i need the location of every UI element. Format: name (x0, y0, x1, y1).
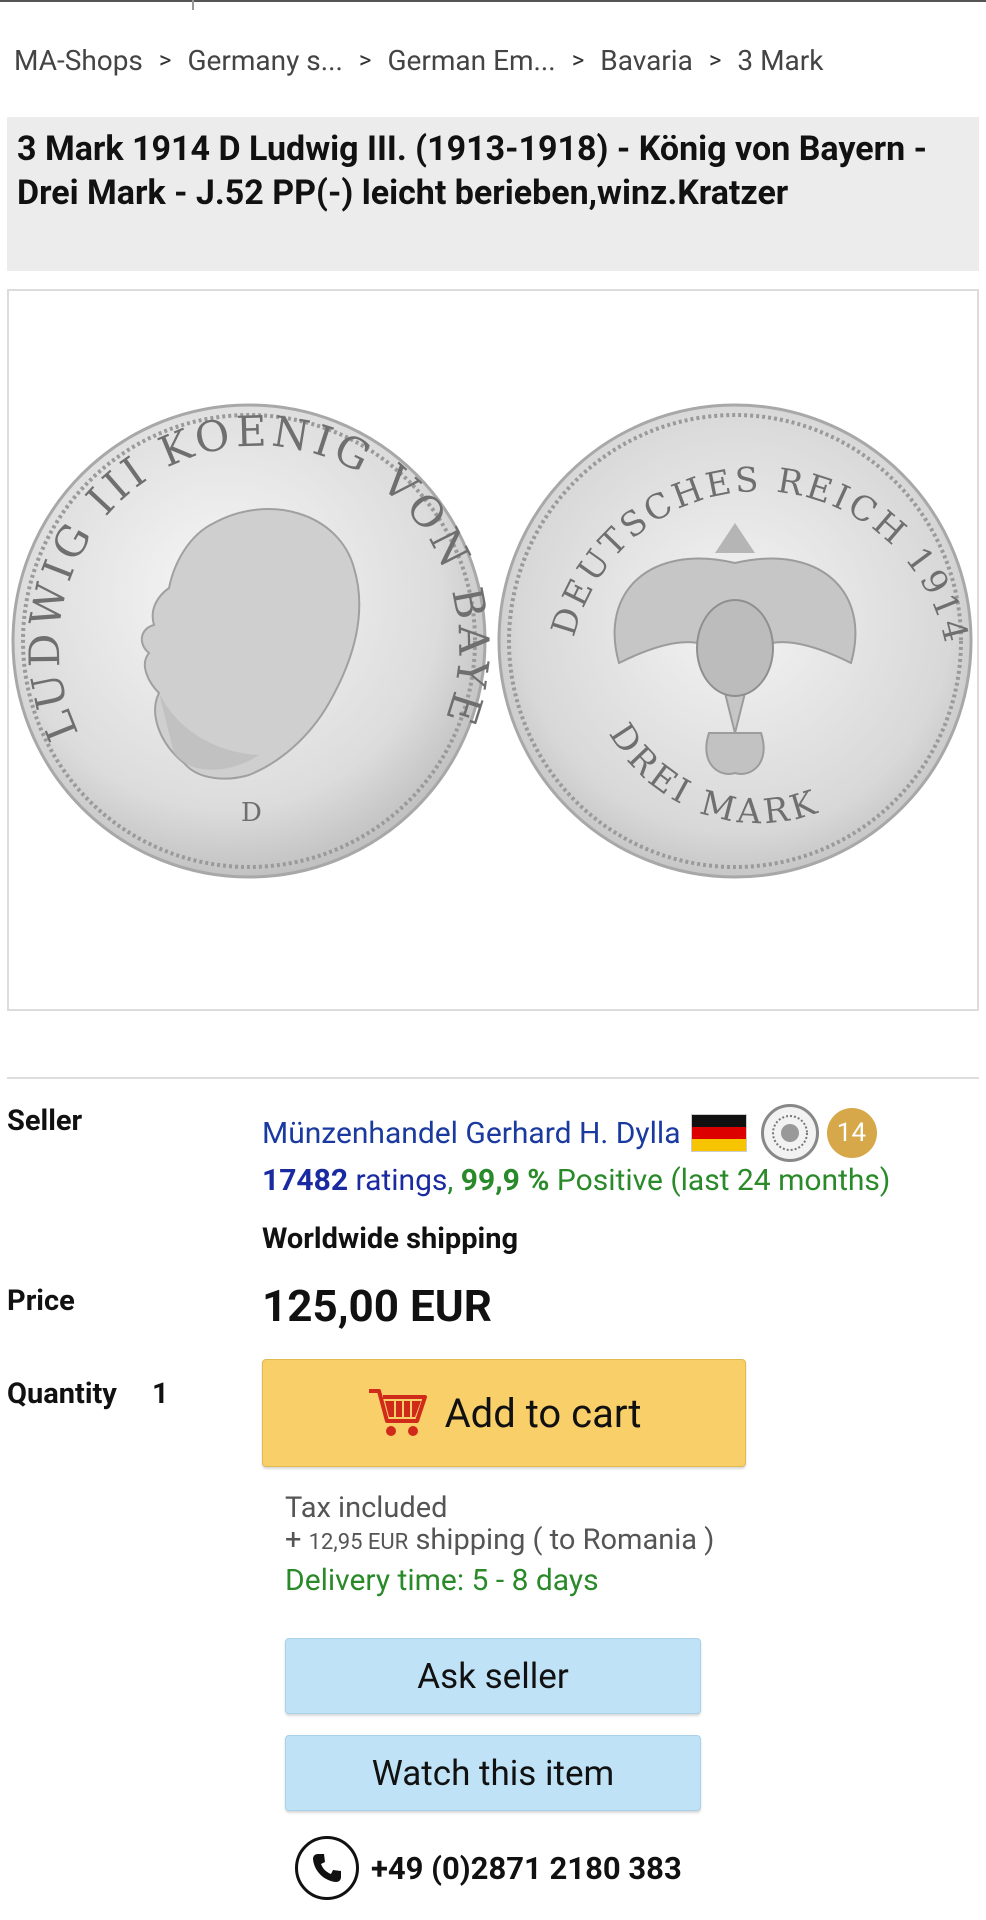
price-value: 125,00 EUR (262, 1280, 492, 1332)
page-title: 3 Mark 1914 D Ludwig III. (1913-1918) - … (17, 129, 927, 213)
coin-reverse: DEUTSCHES REICH 1914 DREI MARK (497, 403, 973, 879)
breadcrumb: MA-Shops > Germany s... > German Em... >… (14, 40, 823, 80)
seller-row: Münzenhandel Gerhard H. Dylla 14 (262, 1104, 877, 1162)
shipping-scope: Worldwide shipping (262, 1222, 519, 1256)
shipping-cost: + 12,95 EUR shipping ( to Romania ) (285, 1523, 714, 1557)
positive-percent: 99,9 % (460, 1163, 550, 1198)
top-border (0, 0, 986, 2)
breadcrumb-separator: > (708, 46, 722, 74)
coin-photo: LUDWIG III KOENIG VON BAYERN D DEUTSCHES… (0, 364, 977, 881)
seller-name-link[interactable]: Münzenhandel Gerhard H. Dylla (262, 1116, 681, 1151)
ratings-comma: , (447, 1163, 454, 1198)
breadcrumb-item-home[interactable]: MA-Shops (14, 44, 143, 77)
shipping-destination: shipping ( to Romania ) (415, 1523, 715, 1557)
quantity-value[interactable]: 1 (152, 1377, 169, 1411)
coin-mint-mark: D (241, 798, 262, 828)
phone-number[interactable]: +49 (0)2871 2180 383 (371, 1850, 682, 1887)
seller-badge[interactable]: 14 (826, 1108, 877, 1158)
quantity-label: Quantity (7, 1377, 117, 1411)
breadcrumb-item-state[interactable]: Bavaria (600, 44, 693, 77)
germany-flag-icon (690, 1114, 747, 1152)
add-to-cart-button[interactable]: Add to cart (262, 1359, 746, 1467)
ask-seller-button[interactable]: Ask seller (285, 1638, 701, 1714)
delivery-time: Delivery time: 5 - 8 days (285, 1563, 599, 1598)
price-label: Price (7, 1284, 75, 1318)
seal-icon[interactable] (760, 1104, 819, 1162)
title-box: 3 Mark 1914 D Ludwig III. (1913-1918) - … (7, 117, 979, 271)
breadcrumb-separator: > (358, 46, 372, 74)
ratings-count: 17482 (262, 1163, 349, 1198)
breadcrumb-item-country[interactable]: Germany s... (187, 44, 342, 77)
coin-obverse: LUDWIG III KOENIG VON BAYERN D (0, 364, 494, 879)
breadcrumb-separator: > (571, 46, 585, 74)
seller-ratings[interactable]: 17482 ratings, 99,9 % Positive (last 24 … (262, 1163, 890, 1198)
watch-item-button[interactable]: Watch this item (285, 1735, 701, 1811)
positive-text: Positive (last 24 months) (556, 1163, 891, 1198)
phone-icon (295, 1836, 359, 1900)
breadcrumb-item-era[interactable]: German Em... (387, 44, 555, 77)
breadcrumb-item-denomination[interactable]: 3 Mark (737, 44, 823, 77)
shipping-plus: + (285, 1523, 302, 1557)
tax-info: Tax included (285, 1491, 448, 1525)
shipping-amount: 12,95 EUR (308, 1530, 409, 1555)
cart-icon (368, 1389, 427, 1436)
ratings-word: ratings (355, 1163, 448, 1198)
phone-contact[interactable]: +49 (0)2871 2180 383 (295, 1836, 682, 1900)
add-to-cart-label: Add to cart (444, 1389, 642, 1437)
breadcrumb-separator: > (158, 46, 172, 74)
seller-label: Seller (7, 1104, 83, 1138)
section-divider (7, 1077, 979, 1079)
product-image[interactable]: LUDWIG III KOENIG VON BAYERN D DEUTSCHES… (0, 289, 979, 1011)
top-divider-tick (192, 0, 194, 10)
